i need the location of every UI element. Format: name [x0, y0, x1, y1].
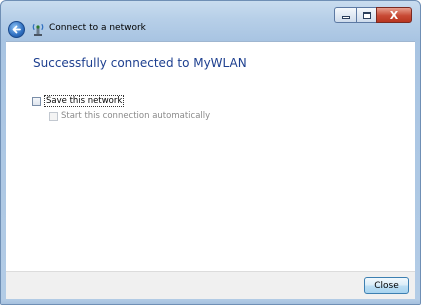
- save-network-option[interactable]: Save this network: [32, 95, 125, 107]
- title-bar[interactable]: X Connect to a network: [1, 1, 420, 41]
- maximize-icon: [362, 11, 371, 19]
- window-close-button[interactable]: X: [376, 7, 412, 23]
- save-network-checkbox[interactable]: [32, 96, 41, 106]
- start-automatically-option: Start this connection automatically: [49, 111, 210, 121]
- network-icon: [32, 23, 44, 36]
- window-bottom-border: [1, 299, 420, 304]
- back-arrow-icon: [12, 25, 21, 34]
- dialog-content: Successfully connected to MyWLAN Save th…: [6, 41, 415, 271]
- start-automatically-checkbox: [49, 111, 58, 121]
- dialog-footer: Close: [6, 271, 415, 299]
- maximize-button[interactable]: [356, 7, 376, 23]
- minimize-button[interactable]: [334, 7, 356, 23]
- caption-buttons: X: [334, 7, 412, 23]
- back-button[interactable]: [8, 21, 25, 38]
- minimize-icon: [341, 15, 350, 19]
- close-button[interactable]: Close: [364, 277, 409, 294]
- dialog-window: X Connect to a network Successfully conn…: [0, 0, 421, 305]
- save-network-label[interactable]: Save this network: [44, 95, 125, 107]
- close-icon: X: [389, 8, 399, 22]
- start-automatically-label: Start this connection automatically: [61, 111, 211, 121]
- window-title: Connect to a network: [49, 23, 146, 33]
- connection-status-heading: Successfully connected to MyWLAN: [33, 56, 247, 70]
